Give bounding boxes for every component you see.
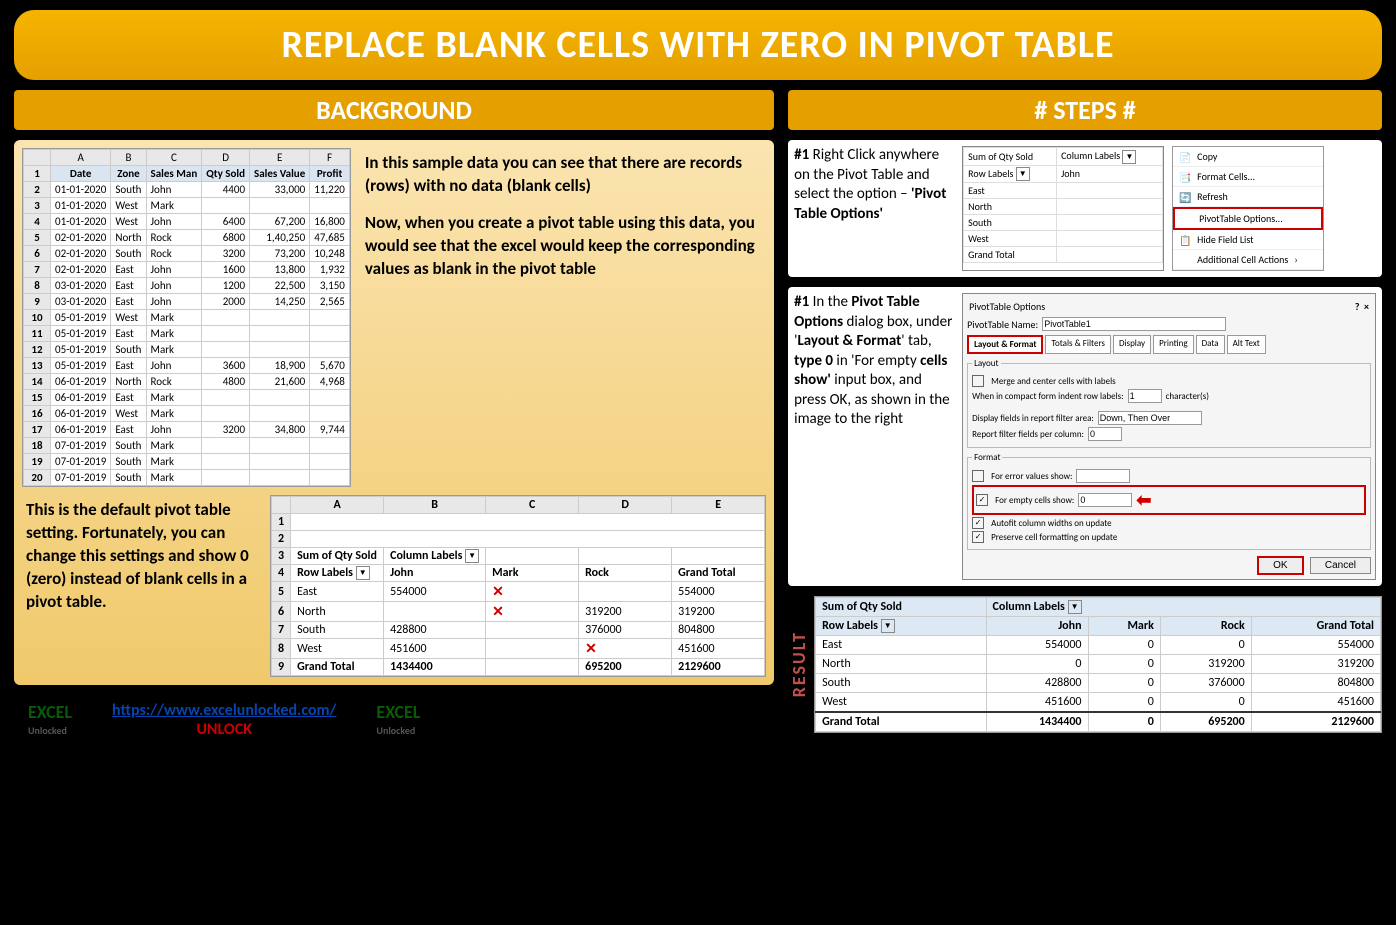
dropdown-icon[interactable]: ▼ bbox=[1016, 167, 1030, 181]
pivottable-name-input[interactable] bbox=[1042, 317, 1226, 331]
table-row: 5East554000✕554000 bbox=[272, 582, 765, 602]
list-icon: 📋 bbox=[1179, 234, 1191, 246]
table-row: 1406-01-2019NorthRock480021,6004,968 bbox=[24, 374, 350, 390]
empty-cells-checkbox[interactable]: ✓ bbox=[976, 494, 988, 506]
pivottable-options-dialog: PivotTable Options? × PivotTable Name: L… bbox=[962, 293, 1376, 580]
table-row: 1706-01-2019EastJohn320034,8009,744 bbox=[24, 422, 350, 438]
table-row: 401-01-2020WestJohn640067,20016,800 bbox=[24, 214, 350, 230]
main-title: REPLACE BLANK CELLS WITH ZERO IN PIVOT T… bbox=[14, 10, 1382, 80]
context-menu: 📄Copy 📑Format Cells... 🔄Refresh PivotTab… bbox=[1172, 146, 1324, 271]
table-row: 301-01-2020WestMark bbox=[24, 198, 350, 214]
table-row: 903-01-2020EastJohn200014,2502,565 bbox=[24, 294, 350, 310]
table-row: East55400000554000 bbox=[816, 636, 1381, 655]
menu-format-cells[interactable]: 📑Format Cells... bbox=[1173, 167, 1323, 187]
table-row: 201-01-2020SouthJohn440033,00011,220 bbox=[24, 182, 350, 198]
result-label: RESULT bbox=[788, 631, 810, 697]
footer-link[interactable]: https://www.excelunlocked.com/ UNLOCK bbox=[112, 701, 336, 739]
background-description: In this sample data you can see that the… bbox=[361, 148, 766, 487]
table-row: 7South428800376000804800 bbox=[272, 622, 765, 639]
table-row: 1606-01-2019WestMark bbox=[24, 406, 350, 422]
table-row: 1305-01-2019EastJohn360018,9005,670 bbox=[24, 358, 350, 374]
arrow-icon: ⬅ bbox=[1136, 489, 1151, 511]
cancel-button[interactable]: Cancel bbox=[1310, 557, 1371, 574]
refresh-icon: 🔄 bbox=[1179, 191, 1191, 203]
tab-display[interactable]: Display bbox=[1113, 335, 1151, 354]
tab-printing[interactable]: Printing bbox=[1153, 335, 1193, 354]
table-row: 1205-01-2019SouthMark bbox=[24, 342, 350, 358]
table-row: 1807-01-2019SouthMark bbox=[24, 438, 350, 454]
tab-totals-filters[interactable]: Totals & Filters bbox=[1045, 335, 1111, 354]
table-row: 1506-01-2019EastMark bbox=[24, 390, 350, 406]
steps-header: # STEPS # bbox=[788, 90, 1382, 130]
indent-input[interactable] bbox=[1128, 389, 1162, 403]
default-pivot-table: ABCDE123Sum of Qty SoldColumn Labels ▼4R… bbox=[270, 495, 766, 677]
background-header: BACKGROUND bbox=[14, 90, 774, 130]
source-data-table: ABCDEF1DateZoneSales ManQty SoldSales Va… bbox=[22, 148, 351, 487]
step1-text: #1 Right Click anywhere on the Pivot Tab… bbox=[794, 146, 954, 271]
help-icon[interactable]: ? bbox=[1355, 300, 1360, 313]
error-values-input[interactable] bbox=[1076, 469, 1130, 483]
dropdown-icon[interactable]: ▼ bbox=[1122, 150, 1136, 164]
autofit-checkbox[interactable]: ✓ bbox=[972, 517, 984, 529]
result-pivot-table: Sum of Qty SoldColumn Labels ▼Row Labels… bbox=[814, 596, 1382, 733]
format-icon: 📑 bbox=[1179, 171, 1191, 183]
table-row: 6North✕319200319200 bbox=[272, 602, 765, 622]
display-fields-select[interactable] bbox=[1098, 411, 1202, 425]
menu-copy[interactable]: 📄Copy bbox=[1173, 147, 1323, 167]
default-setting-text: This is the default pivot table setting.… bbox=[22, 495, 260, 632]
table-row: North00319200319200 bbox=[816, 655, 1381, 674]
close-icon[interactable]: × bbox=[1364, 300, 1369, 313]
ok-button[interactable]: OK bbox=[1257, 556, 1303, 575]
table-row: 8West451600✕451600 bbox=[272, 639, 765, 659]
tab-data[interactable]: Data bbox=[1196, 335, 1225, 354]
empty-cells-input[interactable] bbox=[1078, 493, 1132, 507]
dialog-tabs: Layout & Format Totals & Filters Display… bbox=[967, 335, 1371, 354]
table-row: 1907-01-2019SouthMark bbox=[24, 454, 350, 470]
table-row: 502-01-2020NorthRock68001,40,25047,685 bbox=[24, 230, 350, 246]
excel-unlocked-logo-right: EXCELUnlocked bbox=[376, 704, 420, 736]
error-values-checkbox[interactable] bbox=[972, 470, 984, 482]
report-filter-input[interactable] bbox=[1088, 427, 1122, 441]
menu-hide-field-list[interactable]: 📋Hide Field List bbox=[1173, 230, 1323, 250]
menu-refresh[interactable]: 🔄Refresh bbox=[1173, 187, 1323, 207]
tab-alt-text[interactable]: Alt Text bbox=[1227, 335, 1266, 354]
step1-pivot-preview: Sum of Qty SoldColumn Labels ▼ Row Label… bbox=[962, 146, 1164, 271]
tab-layout-format[interactable]: Layout & Format bbox=[967, 335, 1043, 354]
preserve-checkbox[interactable]: ✓ bbox=[972, 531, 984, 543]
table-row: 702-01-2020EastJohn160013,8001,932 bbox=[24, 262, 350, 278]
excel-unlocked-logo: EXCELUnlocked bbox=[28, 704, 72, 736]
table-row: South4288000376000804800 bbox=[816, 674, 1381, 693]
table-row: 2007-01-2019SouthMark bbox=[24, 470, 350, 486]
table-row: 803-01-2020EastJohn120022,5003,150 bbox=[24, 278, 350, 294]
menu-additional-actions[interactable]: Additional Cell Actions › bbox=[1173, 250, 1323, 270]
table-row: West45160000451600 bbox=[816, 693, 1381, 713]
copy-icon: 📄 bbox=[1179, 151, 1191, 163]
table-row: 1005-01-2019WestMark bbox=[24, 310, 350, 326]
merge-checkbox[interactable] bbox=[972, 375, 984, 387]
menu-pivottable-options[interactable]: PivotTable Options... bbox=[1173, 207, 1323, 230]
table-row: 1105-01-2019EastMark bbox=[24, 326, 350, 342]
step2-text: #1 In the Pivot Table Options dialog box… bbox=[794, 293, 954, 580]
table-row: 602-01-2020SouthRock320073,20010,248 bbox=[24, 246, 350, 262]
